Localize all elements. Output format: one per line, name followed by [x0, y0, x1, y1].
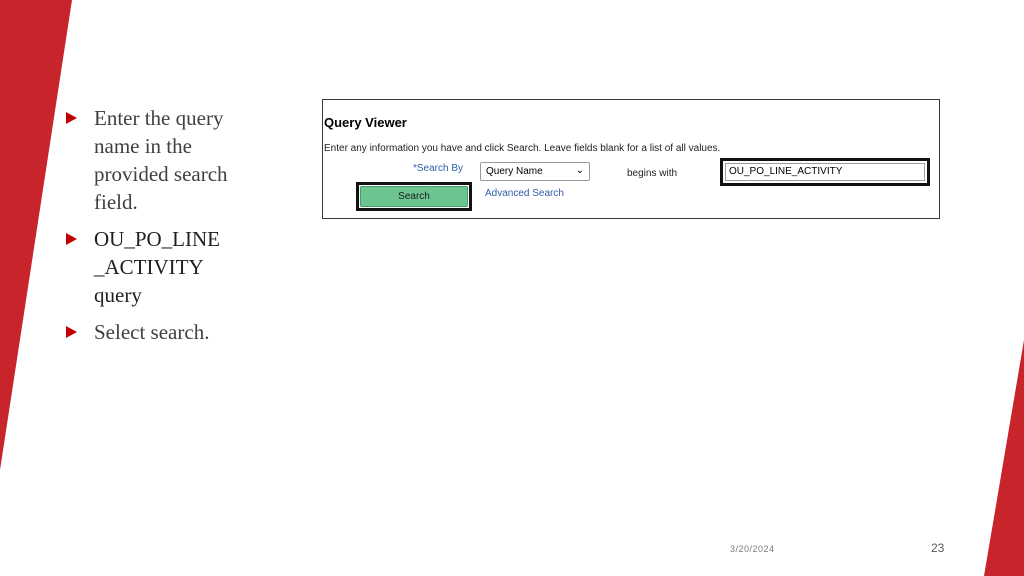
slide-date: 3/20/2024 — [730, 544, 775, 554]
bullet-arrow-icon — [66, 112, 77, 124]
bullet-item: Enter the query name in the provided sea… — [64, 104, 254, 216]
bullet-item: Select search. — [64, 318, 254, 346]
query-viewer-screenshot: Query Viewer Enter any information you h… — [322, 99, 940, 219]
bullet-item: OU_PO_LINE _ACTIVITY query — [64, 225, 254, 309]
chevron-down-icon: ⌄ — [575, 165, 584, 176]
search-value-input[interactable]: OU_PO_LINE_ACTIVITY — [725, 163, 925, 181]
page-title: Query Viewer — [324, 115, 407, 130]
page-number: 23 — [931, 541, 945, 555]
begins-with-label: begins with — [627, 168, 678, 179]
instruction-list: Enter the query name in the provided sea… — [64, 104, 254, 355]
right-red-band — [984, 340, 1024, 576]
bullet-text: Select search. — [94, 320, 210, 344]
bullet-arrow-icon — [66, 233, 77, 245]
bullet-arrow-icon — [66, 326, 77, 338]
instructions-text: Enter any information you have and click… — [324, 143, 721, 154]
left-red-band — [0, 0, 72, 470]
search-by-selected-value: Query Name — [486, 166, 543, 177]
bullet-text: OU_PO_LINE _ACTIVITY query — [94, 227, 220, 307]
bullet-text: Enter the query name in the provided sea… — [94, 106, 228, 214]
search-by-label: *Search By — [413, 163, 464, 174]
search-by-select[interactable]: Query Name ⌄ — [480, 162, 590, 181]
advanced-search-link[interactable]: Advanced Search — [485, 188, 564, 199]
search-button[interactable]: Search — [360, 186, 468, 207]
